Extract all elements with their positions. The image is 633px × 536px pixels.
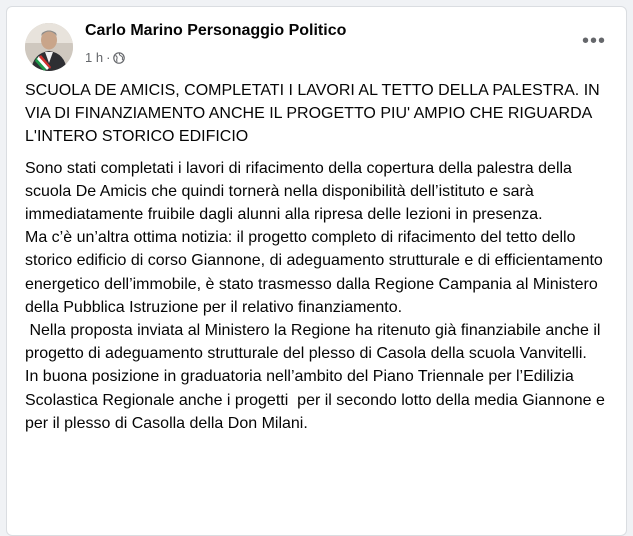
body-paragraph-1: Sono stati completati i lavori di rifaci… <box>25 159 577 224</box>
body-paragraph-4: In buona posizione in graduatoria nell’a… <box>25 368 610 432</box>
more-options-icon[interactable]: ••• <box>576 29 612 53</box>
meta-separator: · <box>106 50 111 65</box>
post-meta: 1 h · <box>85 50 126 65</box>
author-avatar[interactable] <box>25 23 73 71</box>
author-name[interactable]: Carlo Marino Personaggio Politico <box>85 22 346 40</box>
post-text: SCUOLA DE AMICIS, COMPLETATI I LAVORI AL… <box>25 79 610 435</box>
body-paragraph-3: Nella proposta inviata al Ministero la R… <box>25 322 605 363</box>
avatar-photo <box>25 23 73 71</box>
post-timestamp[interactable]: 1 h <box>85 50 103 65</box>
globe-icon[interactable] <box>113 51 126 64</box>
post-headline: SCUOLA DE AMICIS, COMPLETATI I LAVORI AL… <box>25 82 600 146</box>
post-card: Carlo Marino Personaggio Politico 1 h · … <box>6 6 627 536</box>
post-body: Sono stati completati i lavori di rifaci… <box>25 157 610 435</box>
body-paragraph-2: Ma c’è un’altra ottima notizia: il proge… <box>25 229 608 316</box>
